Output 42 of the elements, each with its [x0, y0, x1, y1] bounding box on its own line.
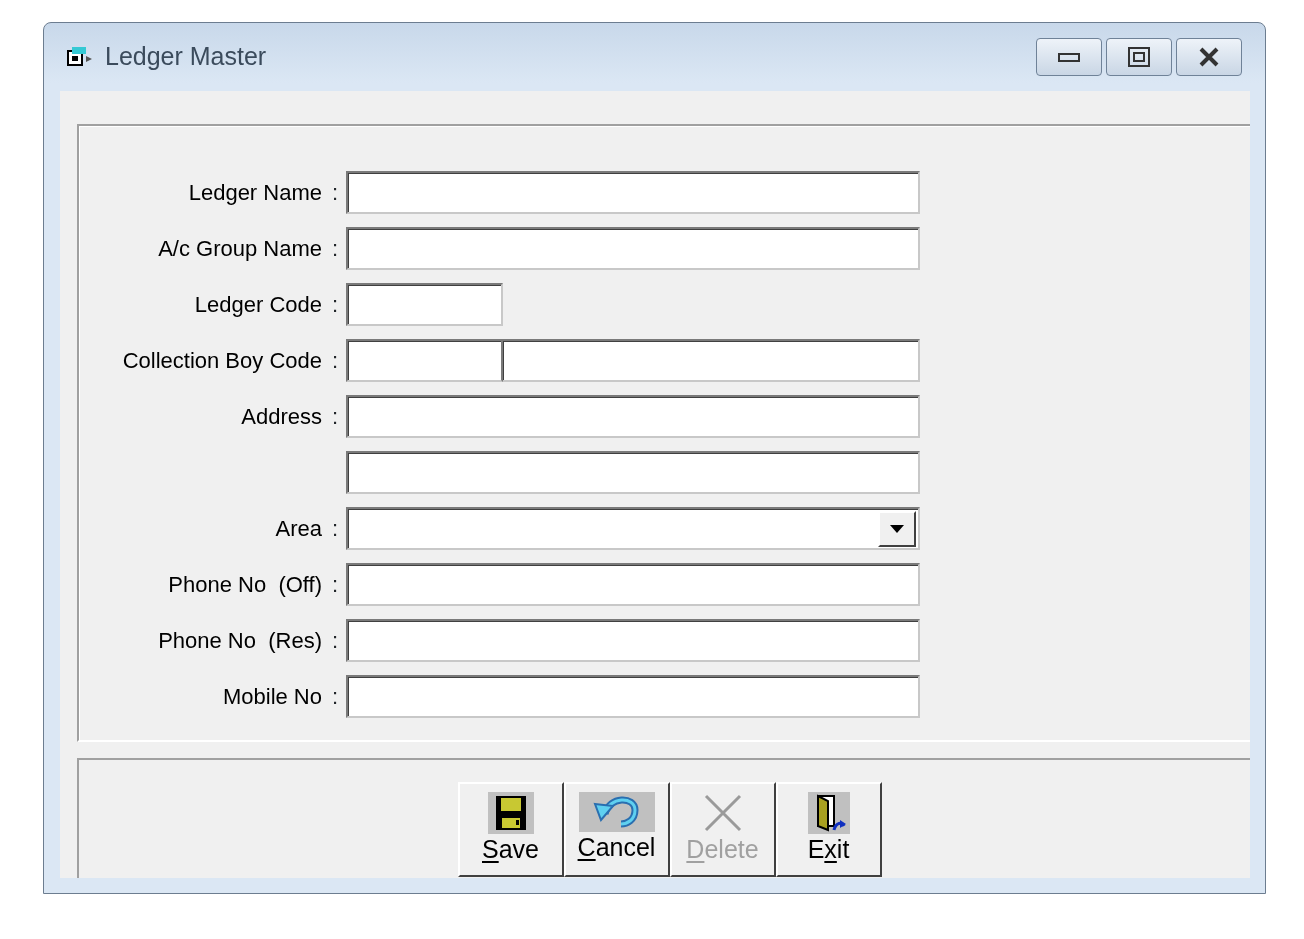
input-field[interactable]	[503, 338, 920, 382]
input-field[interactable]	[346, 618, 920, 662]
minimize-button[interactable]	[1036, 38, 1102, 76]
input-field[interactable]	[346, 338, 503, 382]
dropdown-field[interactable]	[346, 506, 920, 550]
dropdown-button[interactable]	[878, 510, 916, 547]
field-label: Mobile No	[221, 682, 323, 711]
field-label: A/c Group Name	[157, 234, 323, 263]
input-field[interactable]	[346, 674, 920, 718]
input-field[interactable]	[346, 394, 920, 438]
maximize-icon	[1128, 47, 1150, 67]
colon: :	[330, 570, 340, 599]
window-title: Ledger Master	[105, 41, 267, 73]
caret-icon	[890, 524, 904, 533]
colon: :	[330, 290, 340, 319]
field-label: Ledger Code	[193, 290, 323, 319]
field-label: Phone No (Off)	[167, 570, 323, 599]
input-field[interactable]	[346, 226, 920, 270]
minimize-icon	[1058, 52, 1080, 62]
field-label: Area	[274, 514, 323, 543]
colon: :	[330, 402, 340, 431]
input-field[interactable]	[346, 170, 920, 214]
input-field[interactable]	[346, 450, 920, 494]
colon: :	[330, 346, 340, 375]
colon: :	[330, 626, 340, 655]
input-field[interactable]	[346, 562, 920, 606]
input-field[interactable]	[346, 282, 503, 326]
field-label: Phone No (Res)	[157, 626, 323, 655]
close-icon	[1198, 47, 1220, 67]
cancel-button[interactable]: Cancel	[563, 782, 670, 877]
colon: :	[330, 178, 340, 207]
save-button[interactable]: Save	[457, 782, 564, 877]
field-label: Ledger Name	[187, 178, 323, 207]
colon: :	[330, 682, 340, 711]
field-label: Address	[240, 402, 323, 431]
field-label: Collection Boy Code	[121, 346, 323, 375]
exit-button[interactable]: Exit	[775, 782, 882, 877]
colon: :	[330, 234, 340, 263]
maximize-button[interactable]	[1106, 38, 1172, 76]
close-button[interactable]	[1176, 38, 1242, 76]
colon: :	[330, 514, 340, 543]
door-exit-icon	[807, 792, 850, 834]
